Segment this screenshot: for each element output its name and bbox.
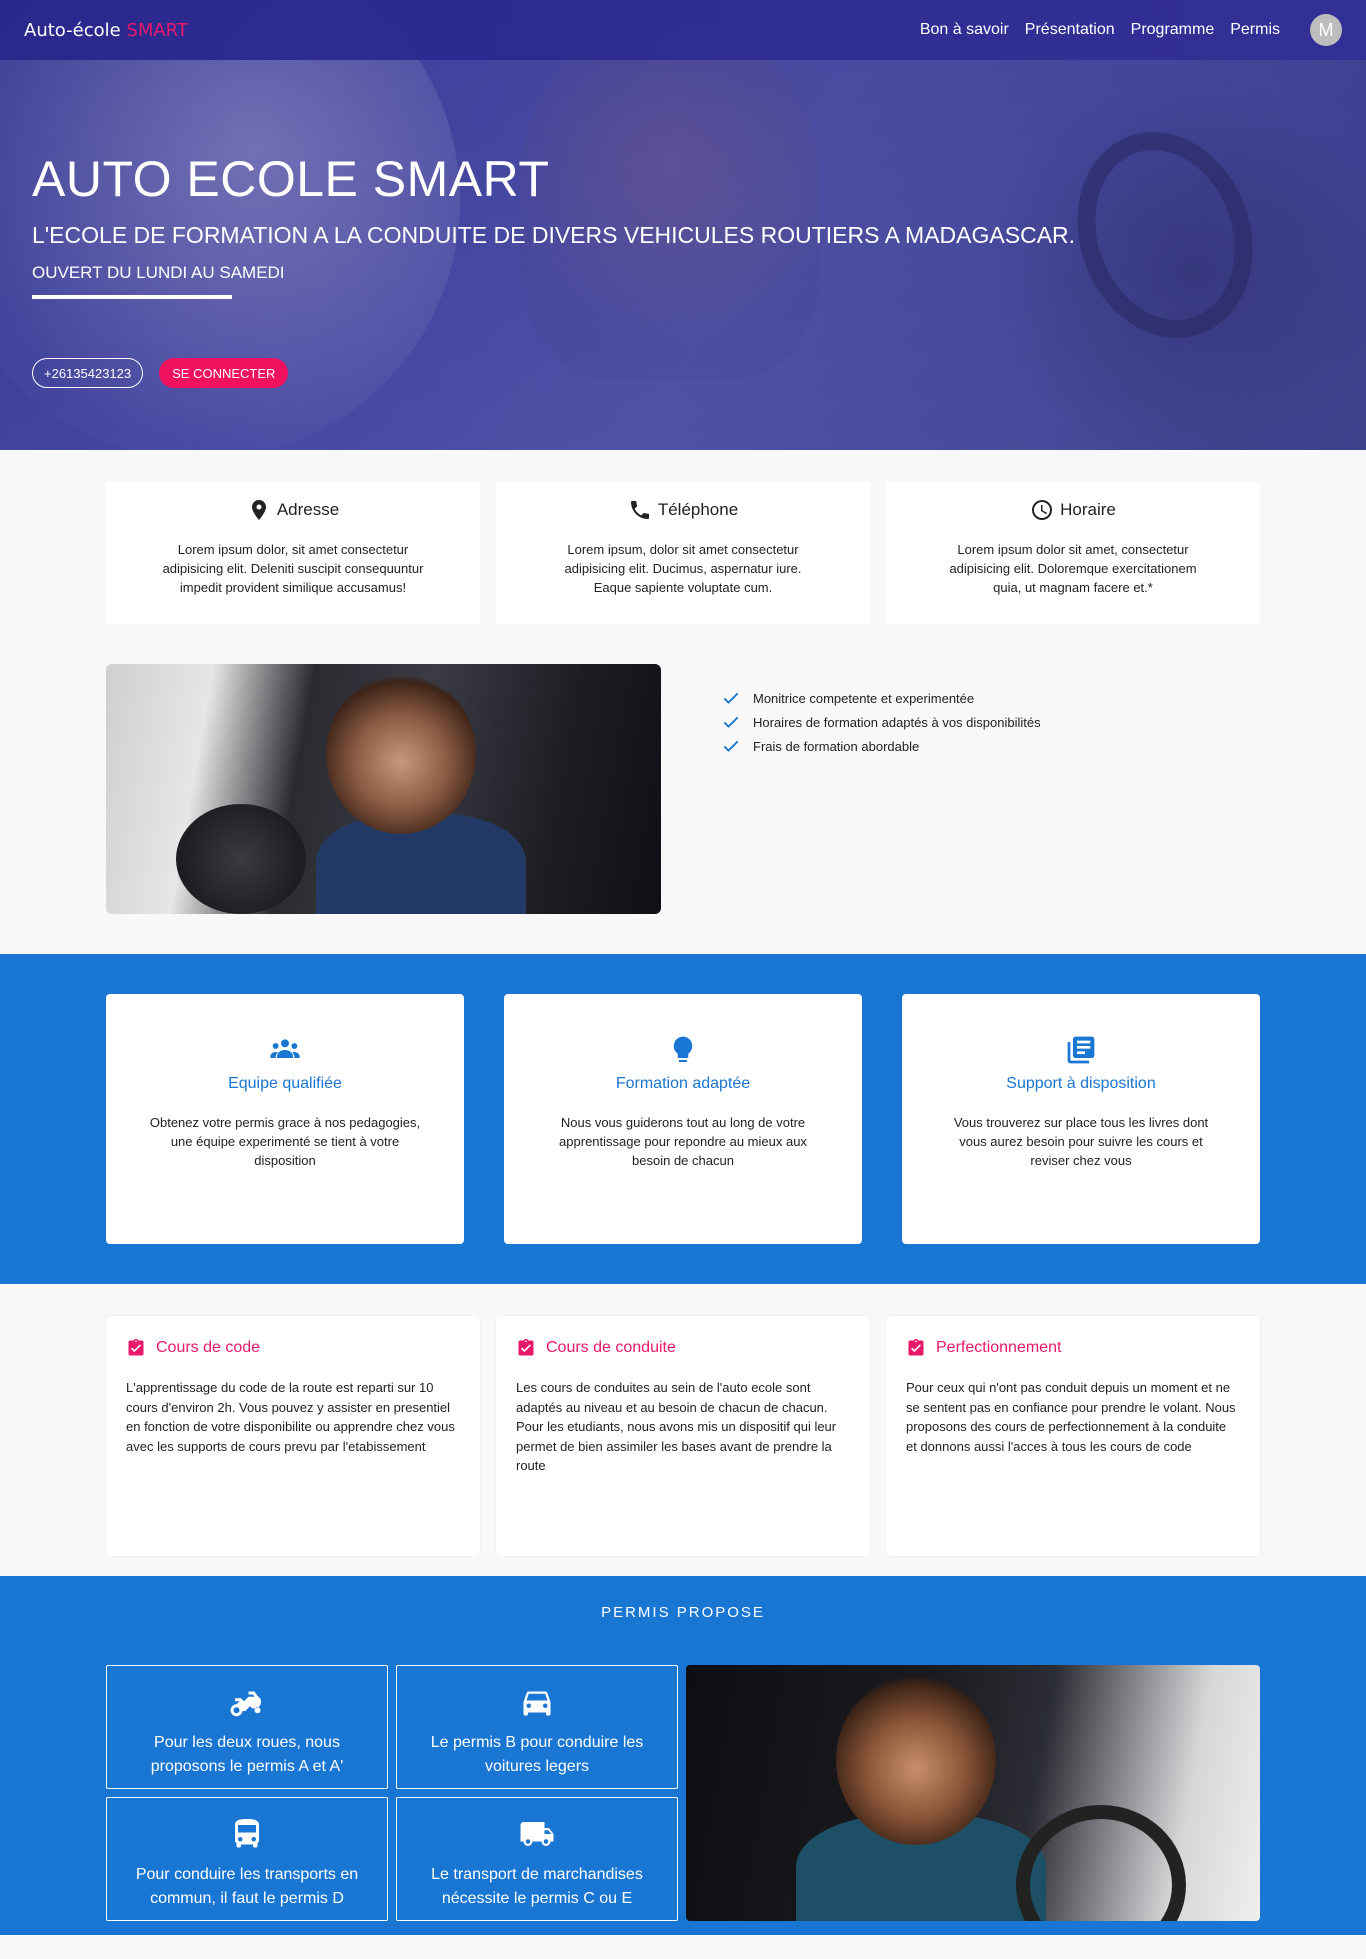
service-text: Obtenez votre permis grace à nos pedagog… — [149, 1115, 421, 1168]
permis-section: PERMIS PROPOSE Pour les deux roues, nous… — [0, 1576, 1366, 1935]
nav-link-presentation[interactable]: Présentation — [1025, 17, 1115, 43]
permis-card-car[interactable]: Le permis B pour conduire les voitures l… — [396, 1665, 678, 1789]
lightbulb-icon — [673, 1036, 693, 1062]
hero-section: AUTO ECOLE SMART L'ECOLE DE FORMATION A … — [0, 0, 1366, 450]
user-avatar[interactable]: M — [1310, 14, 1342, 46]
course-card-code: Cours de code L'apprentissage du code de… — [106, 1316, 480, 1556]
hero-buttons: +26135423123 SE CONNECTER — [32, 358, 289, 388]
clipboard-check-icon — [908, 1338, 924, 1356]
location-pin-icon — [251, 500, 266, 520]
library-books-icon — [1067, 1036, 1095, 1064]
check-icon — [723, 716, 739, 728]
course-text: Les cours de conduites au sein de l'auto… — [516, 1380, 837, 1473]
checklist-item-text: Monitrice competente et experimentée — [753, 690, 975, 706]
courses-row: Cours de code L'apprentissage du code de… — [106, 1284, 1260, 1576]
service-title: Support à disposition — [1006, 1075, 1156, 1092]
check-icon — [723, 740, 739, 752]
hero-subtitle: L'ECOLE DE FORMATION A LA CONDUITE DE DI… — [32, 222, 1076, 248]
permis-card-bus[interactable]: Pour conduire les transports en commun, … — [106, 1797, 388, 1921]
services-section: Equipe qualifiée Obtenez votre permis gr… — [0, 954, 1366, 1284]
check-icon — [723, 692, 739, 704]
permis-card-text: Pour les deux roues, nous proposons le p… — [150, 1734, 344, 1775]
course-title: Cours de conduite — [546, 1339, 676, 1356]
hero-opening-hours: OUVERT DU LUNDI AU SAMEDI — [32, 263, 285, 282]
navbar: Auto-école SMART Bon à savoir Présentati… — [0, 0, 1366, 60]
brand-accent: SMART — [126, 19, 188, 41]
service-card-support: Support à disposition Vous trouverez sur… — [902, 994, 1260, 1244]
info-card-text: Lorem ipsum dolor, sit amet consectetur … — [162, 542, 424, 595]
permis-card-motorcycle[interactable]: Pour les deux roues, nous proposons le p… — [106, 1665, 388, 1789]
info-card-title: Adresse — [276, 500, 340, 519]
feature-checklist: Monitrice competente et experimentée Hor… — [721, 664, 1041, 914]
phone-icon — [630, 501, 649, 519]
info-card-hours: Horaire Lorem ipsum dolor sit amet, cons… — [886, 482, 1260, 624]
group-icon — [270, 1039, 300, 1058]
permis-card-text: Pour conduire les transports en commun, … — [135, 1866, 359, 1907]
checklist-item: Horaires de formation adaptés à vos disp… — [721, 710, 1041, 734]
brand-logo[interactable]: Auto-école SMART — [24, 20, 188, 41]
clipboard-check-icon — [518, 1338, 534, 1356]
service-card-team: Equipe qualifiée Obtenez votre permis gr… — [106, 994, 464, 1244]
brand-main: Auto-école — [24, 19, 127, 41]
info-card-text: Lorem ipsum, dolor sit amet consectetur … — [564, 542, 802, 595]
course-title: Perfectionnement — [936, 1339, 1062, 1356]
clock-icon — [1032, 500, 1053, 520]
woman-driving-photo — [686, 1665, 1260, 1921]
info-card-address: Adresse Lorem ipsum dolor, sit amet cons… — [106, 482, 480, 624]
checklist-item-text: Horaires de formation adaptés à vos disp… — [753, 714, 1041, 730]
truck-icon — [520, 1822, 554, 1846]
hero-content: AUTO ECOLE SMART L'ECOLE DE FORMATION A … — [32, 150, 1075, 299]
course-card-improvement: Perfectionnement Pour ceux qui n'ont pas… — [886, 1316, 1260, 1556]
course-text: Pour ceux qui n'ont pas conduit depuis u… — [906, 1380, 1236, 1454]
hero-title: AUTO ECOLE SMART — [32, 151, 550, 207]
feature-section: Monitrice competente et experimentée Hor… — [106, 624, 1260, 954]
info-card-title: Téléphone — [657, 500, 739, 519]
permis-card-text: Le transport de marchandises nécessite l… — [431, 1866, 643, 1907]
nav-link-permis[interactable]: Permis — [1230, 17, 1280, 43]
phone-button[interactable]: +26135423123 — [32, 358, 144, 388]
service-text: Vous trouverez sur place tous les livres… — [953, 1115, 1209, 1168]
clipboard-check-icon — [128, 1338, 144, 1356]
service-card-training: Formation adaptée Nous vous guiderons to… — [504, 994, 862, 1244]
nav-link-programme[interactable]: Programme — [1131, 17, 1215, 43]
motorcycle-icon — [230, 1691, 262, 1717]
service-title: Equipe qualifiée — [228, 1075, 342, 1092]
permis-title: PERMIS PROPOSE — [601, 1604, 765, 1621]
service-text: Nous vous guiderons tout au long de votr… — [559, 1115, 807, 1168]
hero-underline — [32, 295, 232, 299]
login-button[interactable]: SE CONNECTER — [159, 358, 289, 388]
permis-card-truck[interactable]: Le transport de marchandises nécessite l… — [396, 1797, 678, 1921]
nav-link-bon-a-savoir[interactable]: Bon à savoir — [920, 17, 1009, 43]
service-title: Formation adaptée — [615, 1075, 751, 1092]
course-text: L'apprentissage du code de la route est … — [126, 1380, 455, 1454]
permis-card-text: Le permis B pour conduire les voitures l… — [430, 1734, 644, 1775]
course-card-driving: Cours de conduite Les cours de conduites… — [496, 1316, 870, 1556]
info-card-text: Lorem ipsum dolor sit amet, consectetur … — [949, 542, 1197, 595]
checklist-item: Monitrice competente et experimentée — [721, 686, 1041, 710]
bus-icon — [235, 1819, 259, 1848]
course-title: Cours de code — [156, 1339, 261, 1356]
woman-in-car-photo — [106, 664, 661, 914]
car-icon — [523, 1691, 551, 1716]
info-cards-row: Adresse Lorem ipsum dolor, sit amet cons… — [106, 450, 1260, 624]
checklist-item-text: Frais de formation abordable — [753, 738, 920, 754]
info-card-title: Horaire — [1060, 500, 1116, 519]
nav-links: Bon à savoir Présentation Programme Perm… — [920, 14, 1342, 46]
checklist-item: Frais de formation abordable — [721, 734, 1041, 758]
info-card-phone: Téléphone Lorem ipsum, dolor sit amet co… — [496, 482, 870, 624]
permis-cards: Pour les deux roues, nous proposons le p… — [106, 1665, 678, 1921]
